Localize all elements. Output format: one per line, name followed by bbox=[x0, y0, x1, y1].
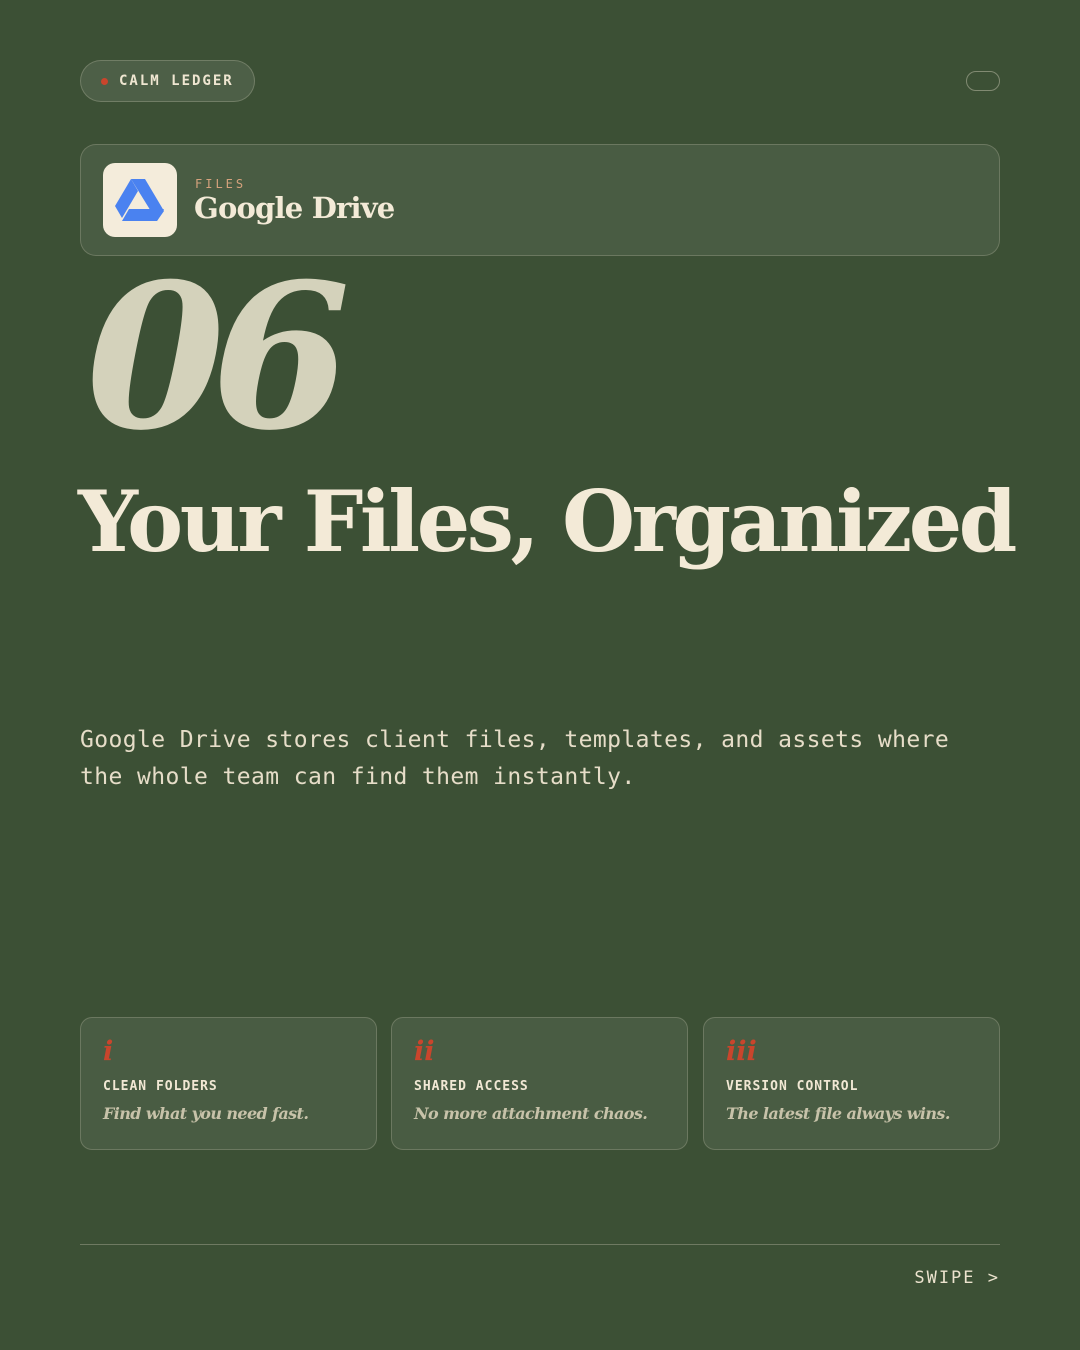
feature-card-clean-folders: i CLEAN FOLDERS Find what you need fast. bbox=[80, 1017, 377, 1150]
feature-title: VERSION CONTROL bbox=[726, 1079, 859, 1094]
feature-card-shared-access: ii SHARED ACCESS No more attachment chao… bbox=[391, 1017, 688, 1150]
headline: Your Files, Organized bbox=[78, 472, 1017, 571]
feature-title: SHARED ACCESS bbox=[414, 1079, 529, 1094]
swipe-button[interactable]: SWIPE > bbox=[914, 1268, 1000, 1288]
brand-pill: CALM LEDGER bbox=[80, 60, 255, 102]
app-category: FILES bbox=[195, 177, 247, 191]
google-drive-icon bbox=[103, 163, 177, 237]
feature-numeral: iii bbox=[726, 1036, 757, 1067]
feature-desc: No more attachment chaos. bbox=[414, 1104, 648, 1123]
footer-divider bbox=[80, 1244, 1000, 1245]
slide-number: 06 bbox=[86, 240, 350, 475]
feature-desc: Find what you need fast. bbox=[103, 1104, 309, 1123]
feature-card-version-control: iii VERSION CONTROL The latest file alwa… bbox=[703, 1017, 1000, 1150]
feature-title: CLEAN FOLDERS bbox=[103, 1079, 218, 1094]
brand-dot bbox=[101, 77, 108, 85]
feature-numeral: ii bbox=[414, 1036, 435, 1067]
toggle-pill bbox=[966, 71, 1000, 91]
brand-name: CALM LEDGER bbox=[119, 73, 234, 89]
app-name: Google Drive bbox=[194, 191, 395, 225]
feature-numeral: i bbox=[103, 1036, 114, 1067]
feature-desc: The latest file always wins. bbox=[726, 1104, 950, 1123]
description: Google Drive stores client files, templa… bbox=[80, 727, 950, 790]
